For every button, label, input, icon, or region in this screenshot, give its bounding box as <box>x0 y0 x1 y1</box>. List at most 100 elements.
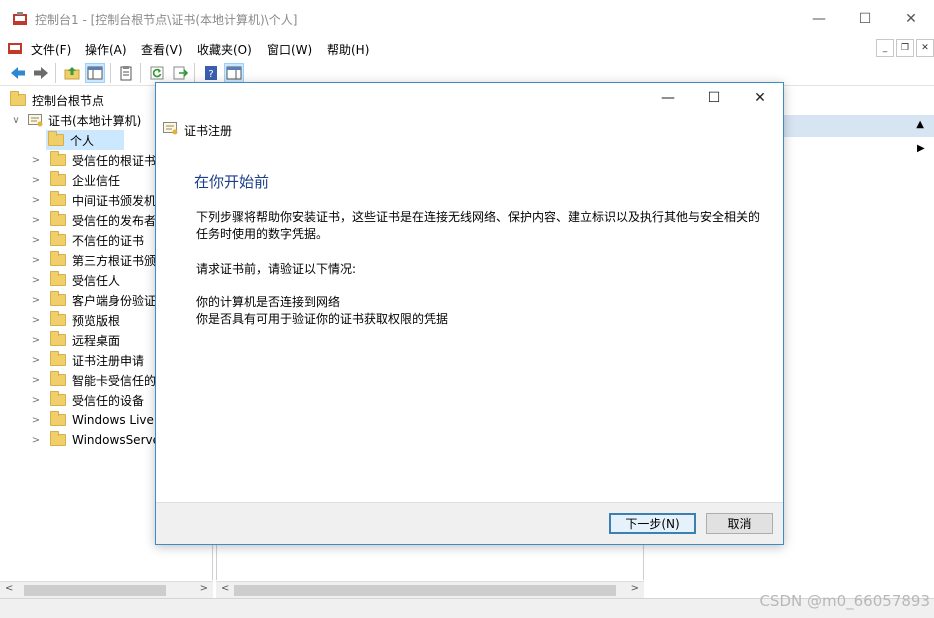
maximize-button[interactable]: ☐ <box>842 0 888 38</box>
toolbar-separator <box>194 63 195 83</box>
menu-favorites[interactable]: 收藏夹(O) <box>197 41 252 58</box>
back-button[interactable] <box>8 63 28 83</box>
collapse-up-icon[interactable]: ▲ <box>916 119 924 130</box>
up-one-level-button[interactable] <box>62 63 82 83</box>
scroll-right-icon[interactable]: > <box>631 583 639 594</box>
tree-node-certificates[interactable]: ∨ 证书(本地计算机) <box>10 110 141 130</box>
mdi-minimize-button[interactable]: _ <box>876 39 894 57</box>
menu-window[interactable]: 窗口(W) <box>267 41 312 58</box>
mdi-controls: _ ❐ ✕ <box>874 39 934 57</box>
menu-help[interactable]: 帮助(H) <box>327 41 369 58</box>
tree-root[interactable]: 控制台根节点 <box>10 90 104 110</box>
results-horizontal-scrollbar[interactable]: < > <box>216 581 644 598</box>
minimize-button[interactable]: — <box>796 0 842 38</box>
scrollbar-thumb[interactable] <box>234 585 616 596</box>
properties-button[interactable] <box>116 63 136 83</box>
folder-up-icon <box>64 67 80 80</box>
svg-text:?: ? <box>208 69 213 80</box>
page-heading: 在你开始前 <box>194 173 270 191</box>
tree-item-label: 智能卡受信任的根 <box>72 373 169 388</box>
tree-horizontal-scrollbar[interactable]: < > <box>0 581 213 598</box>
folder-icon <box>50 431 66 446</box>
tree-item[interactable]: > 中间证书颁发机构 <box>30 190 168 210</box>
chevron-right-icon[interactable]: > <box>30 155 42 166</box>
folder-icon <box>50 311 66 326</box>
export-list-icon <box>173 66 188 80</box>
chevron-right-icon[interactable]: > <box>30 195 42 206</box>
next-button[interactable]: 下一步(N) <box>609 513 696 534</box>
tree-item[interactable]: > 企业信任 <box>30 170 120 190</box>
menu-view[interactable]: 查看(V) <box>141 41 183 58</box>
folder-icon <box>50 231 66 246</box>
toolbar-separator <box>110 63 111 83</box>
scrollbar-thumb[interactable] <box>24 585 166 596</box>
console-tree-icon <box>87 66 103 80</box>
chevron-right-icon[interactable]: > <box>30 335 42 346</box>
export-list-button[interactable] <box>170 63 190 83</box>
help-icon: ? <box>205 66 217 80</box>
tree-item[interactable]: > 受信任的设备 <box>30 390 144 410</box>
console-menu-icon[interactable] <box>7 40 23 56</box>
dialog-minimize-button[interactable]: — <box>645 83 691 113</box>
tree-item-label: 预览版根 <box>72 313 121 328</box>
chevron-right-icon[interactable]: > <box>30 275 42 286</box>
folder-icon <box>50 291 66 306</box>
scroll-left-icon[interactable]: < <box>221 583 229 594</box>
dialog-maximize-button[interactable]: ☐ <box>691 83 737 113</box>
tree-item-personal[interactable]: 个人 <box>46 130 124 150</box>
folder-icon <box>50 411 66 426</box>
chevron-right-icon[interactable]: > <box>30 215 42 226</box>
folder-icon <box>50 331 66 346</box>
mdi-restore-button[interactable]: ❐ <box>896 39 914 57</box>
certificate-icon <box>163 122 178 135</box>
toolbar-separator <box>55 63 56 83</box>
toolbar-separator <box>140 63 141 83</box>
action-pane-icon <box>226 66 242 80</box>
chevron-right-icon[interactable]: > <box>30 415 42 426</box>
refresh-button[interactable] <box>147 63 167 83</box>
menu-action[interactable]: 操作(A) <box>85 41 127 58</box>
chevron-right-icon[interactable]: > <box>30 355 42 366</box>
menu-file[interactable]: 文件(F) <box>31 41 71 58</box>
folder-icon <box>50 391 66 406</box>
tree-item[interactable]: > 受信任人 <box>30 270 120 290</box>
chevron-right-icon[interactable]: > <box>30 255 42 266</box>
tree-item[interactable]: > 证书注册申请 <box>30 350 144 370</box>
folder-icon <box>50 211 66 226</box>
close-button[interactable]: ✕ <box>888 0 934 38</box>
forward-button[interactable] <box>31 63 51 83</box>
folder-open-icon <box>48 131 64 146</box>
chevron-right-icon[interactable]: > <box>30 395 42 406</box>
certificate-enrollment-dialog: — ☐ ✕ 证书注册 在你开始前 下列步骤将帮助你安装证书，这些证书是在连接无线… <box>155 82 784 545</box>
tree-item[interactable]: > 远程桌面 <box>30 330 120 350</box>
tree-item[interactable]: > 智能卡受信任的根 <box>30 370 168 390</box>
chevron-right-icon[interactable]: > <box>30 295 42 306</box>
cancel-button[interactable]: 取消 <box>706 513 773 534</box>
chevron-right-icon[interactable]: > <box>30 235 42 246</box>
tree-item-label: 证书注册申请 <box>72 353 145 368</box>
chevron-right-icon[interactable]: > <box>30 435 42 446</box>
tree-item[interactable]: > 不信任的证书 <box>30 230 144 250</box>
more-actions-arrow-icon[interactable]: ▶ <box>917 143 925 154</box>
verify-text: 请求证书前，请验证以下情况: <box>196 262 357 276</box>
mdi-close-button[interactable]: ✕ <box>916 39 934 57</box>
scroll-left-icon[interactable]: < <box>5 583 13 594</box>
chevron-right-icon[interactable]: > <box>30 315 42 326</box>
chevron-right-icon[interactable]: > <box>30 175 42 186</box>
tree-item-label: 远程桌面 <box>72 333 121 348</box>
intro-text-line2: 任务时使用的数字凭据。 <box>196 227 329 241</box>
checklist-item-credentials: 你是否具有可用于验证你的证书获取权限的凭据 <box>196 312 449 326</box>
scroll-right-icon[interactable]: > <box>200 583 208 594</box>
tree-item[interactable]: > 预览版根 <box>30 310 120 330</box>
tree-item-label: 企业信任 <box>72 173 121 188</box>
tree-item-label: 个人 <box>70 133 95 148</box>
chevron-right-icon[interactable]: > <box>30 375 42 386</box>
chevron-down-icon[interactable]: ∨ <box>10 115 22 126</box>
dialog-close-button[interactable]: ✕ <box>737 83 783 113</box>
folder-icon <box>10 91 26 106</box>
tree-item-label: 不信任的证书 <box>72 233 145 248</box>
show-hide-console-tree-button[interactable] <box>85 63 105 83</box>
show-hide-action-pane-button[interactable] <box>224 63 244 83</box>
tree-item[interactable]: > 受信任的发布者 <box>30 210 156 230</box>
help-button[interactable]: ? <box>201 63 221 83</box>
